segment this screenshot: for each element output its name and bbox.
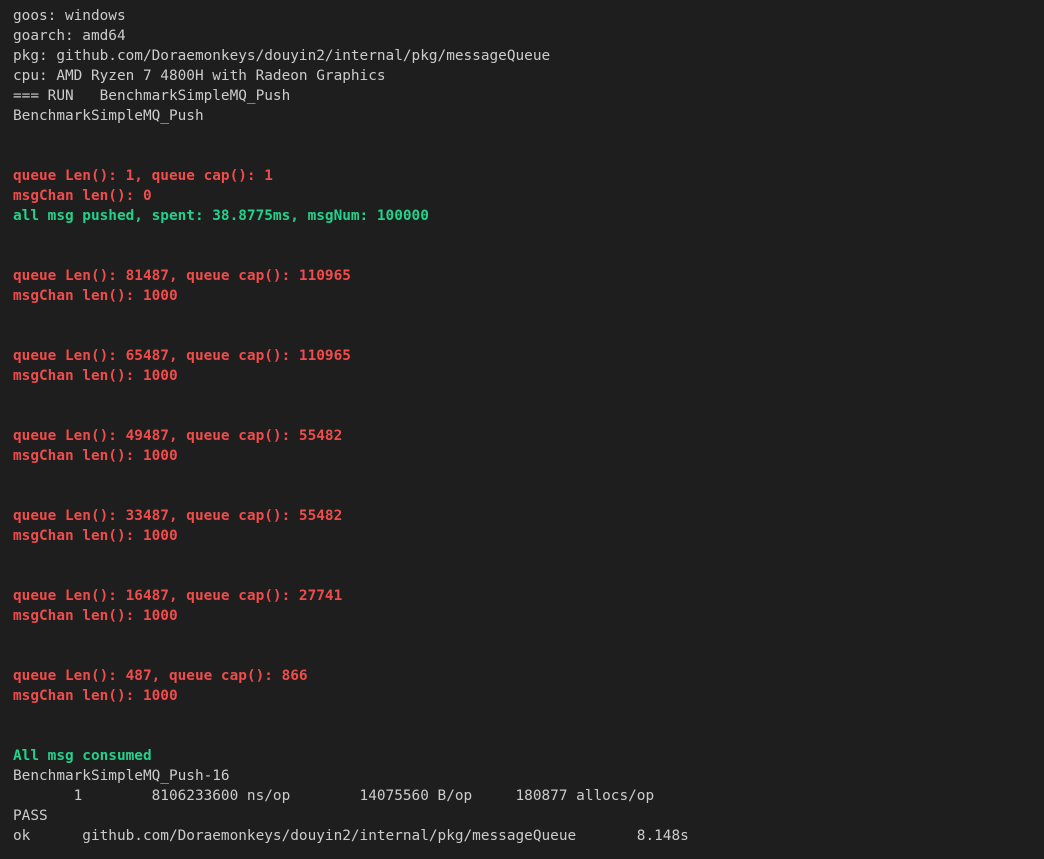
terminal-line-msgchan-status: msgChan len(): 1000 [13, 448, 178, 464]
terminal-line-benchmark-result-name: BenchmarkSimpleMQ_Push-16 [13, 768, 230, 784]
terminal-line-pass: PASS [13, 808, 48, 824]
terminal-line-consumed-summary: All msg consumed [13, 748, 152, 764]
terminal-line-queue-status: queue Len(): 1, queue cap(): 1 [13, 168, 273, 184]
terminal-line-cpu: cpu: AMD Ryzen 7 4800H with Radeon Graph… [13, 68, 386, 84]
terminal-line-ok-summary: ok github.com/Doraemonkeys/douyin2/inter… [13, 828, 689, 844]
terminal-line-queue-status: queue Len(): 33487, queue cap(): 55482 [13, 508, 343, 524]
terminal-line-msgchan-status: msgChan len(): 1000 [13, 528, 178, 544]
terminal-line-goarch: goarch: amd64 [13, 28, 126, 44]
terminal-line-goos: goos: windows [13, 8, 126, 24]
terminal-line-queue-status: queue Len(): 487, queue cap(): 866 [13, 668, 308, 684]
terminal-line-pkg: pkg: github.com/Doraemonkeys/douyin2/int… [13, 48, 551, 64]
terminal-line-msgchan-status: msgChan len(): 1000 [13, 288, 178, 304]
terminal-line-queue-status: queue Len(): 16487, queue cap(): 27741 [13, 588, 343, 604]
terminal-line-run: === RUN BenchmarkSimpleMQ_Push [13, 88, 291, 104]
terminal-line-msgchan-status: msgChan len(): 1000 [13, 688, 178, 704]
terminal-line-msgchan-status: msgChan len(): 0 [13, 188, 152, 204]
terminal-line-msgchan-status: msgChan len(): 1000 [13, 368, 178, 384]
terminal-line-queue-status: queue Len(): 81487, queue cap(): 110965 [13, 268, 351, 284]
terminal-line-queue-status: queue Len(): 65487, queue cap(): 110965 [13, 348, 351, 364]
terminal-line-queue-status: queue Len(): 49487, queue cap(): 55482 [13, 428, 343, 444]
terminal-line-pushed-summary: all msg pushed, spent: 38.8775ms, msgNum… [13, 208, 429, 224]
terminal-output[interactable]: goos: windows goarch: amd64 pkg: github.… [0, 0, 1044, 859]
terminal-line-msgchan-status: msgChan len(): 1000 [13, 608, 178, 624]
terminal-line-benchmark-name: BenchmarkSimpleMQ_Push [13, 108, 204, 124]
terminal-line-benchmark-stats: 1 8106233600 ns/op 14075560 B/op 180877 … [13, 788, 655, 804]
